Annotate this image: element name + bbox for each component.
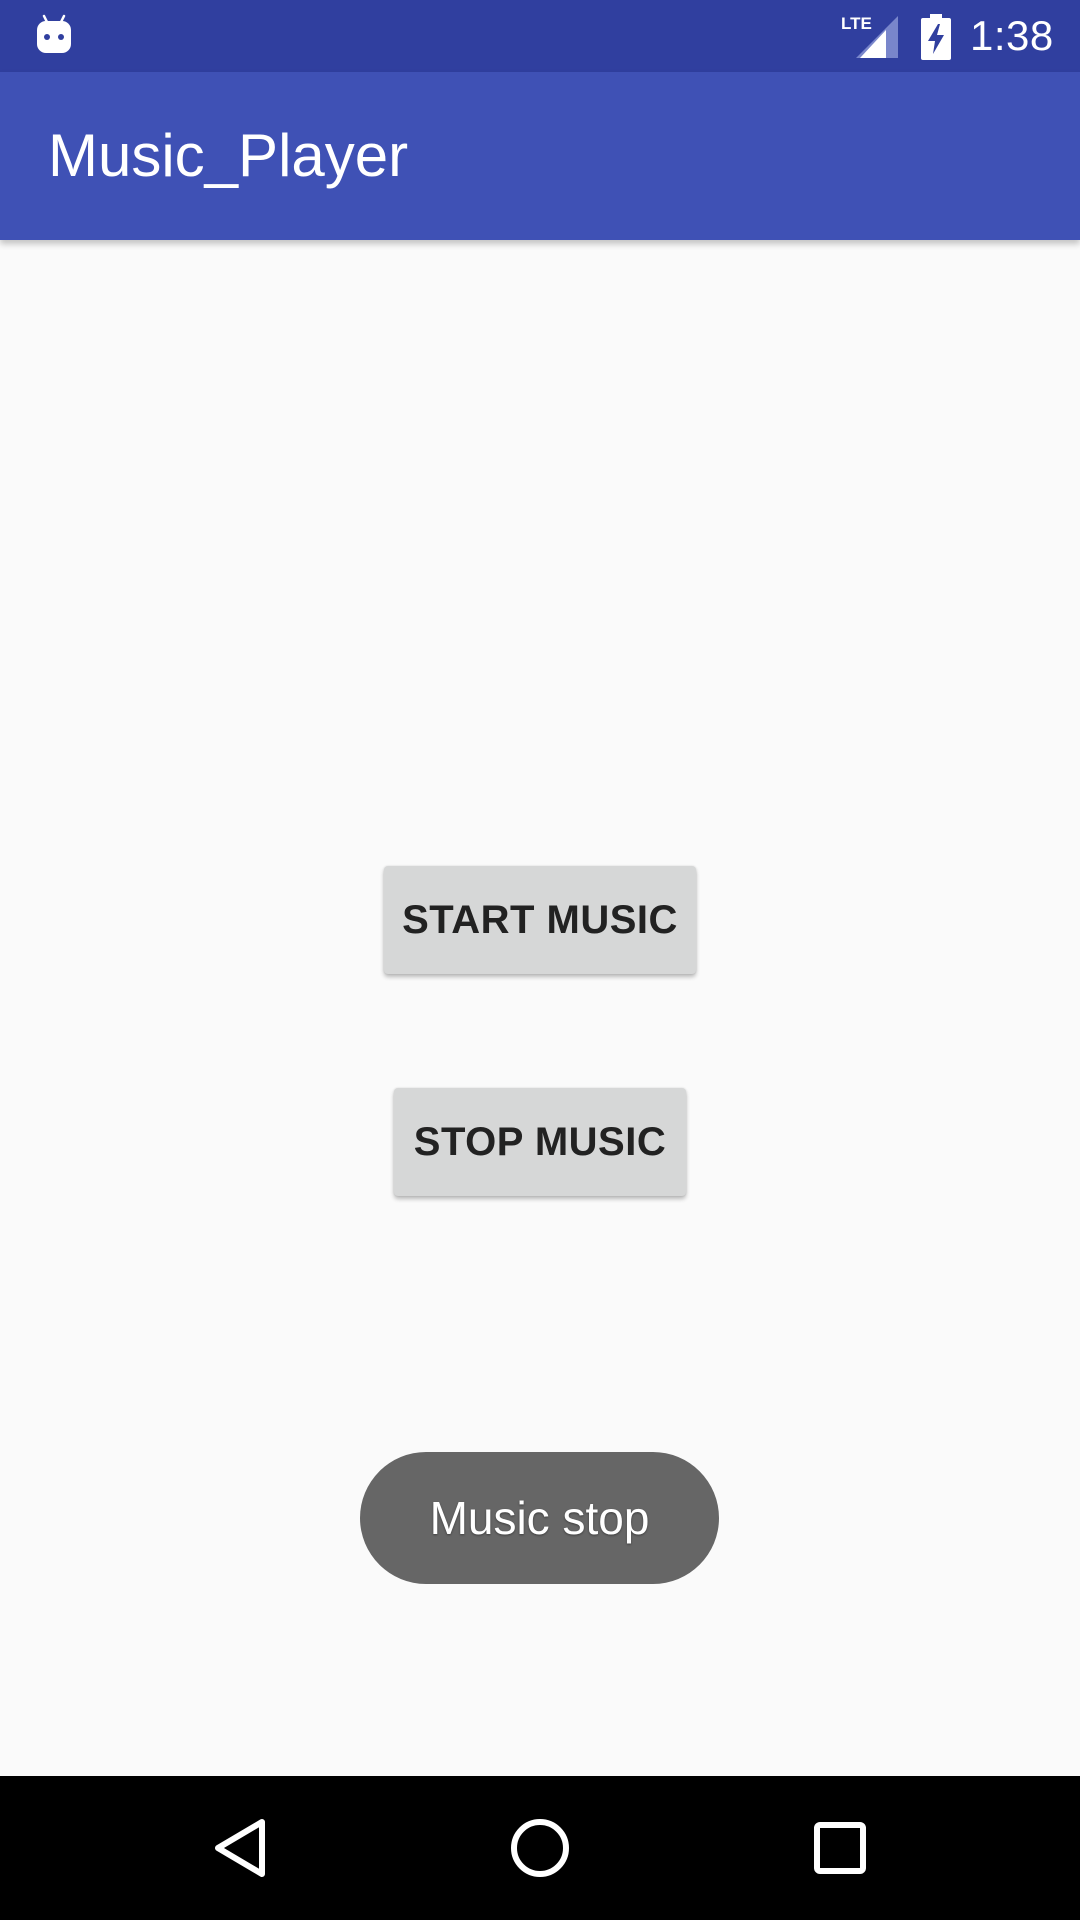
recents-icon bbox=[814, 1822, 866, 1874]
status-time: 1:38 bbox=[970, 12, 1054, 59]
stop-music-button[interactable]: STOP MUSIC bbox=[394, 1088, 686, 1196]
navigation-bar bbox=[0, 1776, 1080, 1920]
status-bar: LTE 1:38 bbox=[0, 0, 1080, 72]
lte-signal-icon: LTE bbox=[841, 14, 898, 58]
recents-button[interactable] bbox=[768, 1776, 912, 1920]
back-icon bbox=[215, 1819, 265, 1877]
toast-message: Music stop bbox=[429, 1492, 650, 1544]
app-title: Music_Player bbox=[48, 122, 409, 189]
home-button[interactable] bbox=[468, 1776, 612, 1920]
screen: LTE 1:38 Music_Player START MUSIC STOP M… bbox=[0, 0, 1080, 1920]
toast: Music stop bbox=[360, 1452, 719, 1584]
start-music-button[interactable]: START MUSIC bbox=[384, 866, 696, 974]
stop-music-button-label: STOP MUSIC bbox=[413, 1119, 667, 1164]
android-notification-icon bbox=[37, 14, 71, 53]
start-music-button-label: START MUSIC bbox=[402, 897, 678, 942]
app-bar: Music_Player bbox=[0, 72, 1080, 240]
back-button[interactable] bbox=[168, 1776, 312, 1920]
home-icon bbox=[511, 1819, 569, 1877]
network-label: LTE bbox=[841, 14, 872, 33]
battery-charging-icon bbox=[921, 14, 951, 60]
